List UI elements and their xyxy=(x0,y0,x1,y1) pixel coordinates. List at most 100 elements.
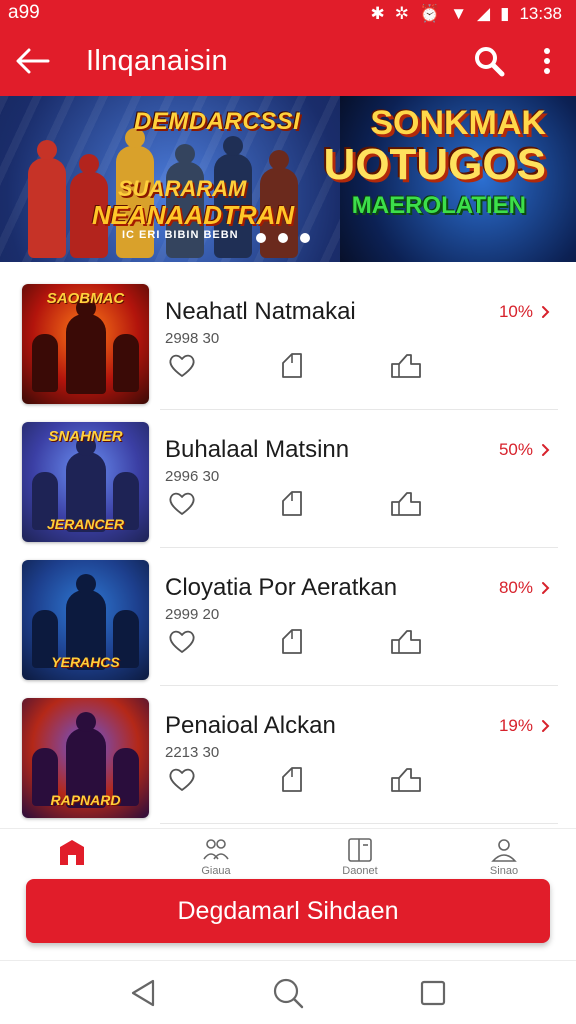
share-button[interactable] xyxy=(389,348,423,382)
share-button[interactable] xyxy=(389,486,423,520)
game-percent[interactable]: 19% xyxy=(499,716,550,736)
promo-banner[interactable]: DEMDARCSSI SUARARAM NEANAADTRAN IC ERI B… xyxy=(0,96,576,262)
banner-subheadline: SUARARAM xyxy=(118,176,247,201)
game-info: Buhalaal Matsinn 2996 30 50% xyxy=(165,422,576,542)
back-triangle-icon xyxy=(131,979,154,1006)
search-button[interactable] xyxy=(460,26,518,96)
primary-cta-button[interactable]: Degdamarl Sihdaen xyxy=(26,879,550,943)
game-thumbnail[interactable]: YERAHCS xyxy=(22,560,149,680)
chevron-right-icon xyxy=(542,582,550,594)
banner-headline: DEMDARCSSI xyxy=(134,108,301,135)
banner-right-title-2: UOTUGOS xyxy=(323,140,546,189)
tag-button[interactable] xyxy=(275,762,309,796)
alarm-icon: ⏰ xyxy=(419,3,441,23)
carrier-label: a99 xyxy=(8,2,40,23)
nav-label: Daonet xyxy=(342,865,378,877)
carousel-dot[interactable] xyxy=(256,233,266,243)
tag-icon xyxy=(282,491,302,516)
profile-icon xyxy=(491,839,517,862)
like-button[interactable] xyxy=(165,762,199,796)
game-title: Cloyatia Por Aeratkan xyxy=(165,574,398,601)
game-list-item[interactable]: SAOBMAC Neahatl Natmakai 2998 30 10% xyxy=(0,272,576,410)
wifi-icon: ▼ xyxy=(450,3,468,23)
app-bar: Ilnqanaisin xyxy=(0,26,576,96)
home-search-icon xyxy=(273,978,304,1008)
banner-tagline: IC ERI BIBIN BEBN xyxy=(122,229,239,241)
like-button[interactable] xyxy=(165,348,199,382)
percent-value: 10% xyxy=(498,302,533,321)
game-subtitle: 2996 30 xyxy=(165,468,220,485)
tag-icon xyxy=(282,353,302,378)
heart-icon xyxy=(169,630,195,653)
game-thumbnail[interactable]: SAOBMAC xyxy=(22,284,149,404)
game-list: SAOBMAC Neahatl Natmakai 2998 30 10% SNA… xyxy=(0,272,576,824)
game-info: Penaioal Alckan 2213 30 19% xyxy=(165,698,576,818)
share-icon xyxy=(391,354,421,378)
system-back-button[interactable] xyxy=(121,971,165,1015)
thumb-title: SAOBMAC xyxy=(46,290,125,307)
back-arrow-icon xyxy=(16,48,50,74)
percent-value: 19% xyxy=(498,716,533,735)
tag-button[interactable] xyxy=(275,348,309,382)
game-list-item[interactable]: RAPNARD Penaioal Alckan 2213 30 19% xyxy=(0,686,576,824)
system-home-button[interactable] xyxy=(266,971,310,1015)
banner-right-title-1: SONKMAK xyxy=(370,104,546,142)
status-bar: a99 ✱ ✲ ⏰ ▼ ◢ ▮ 13:38 xyxy=(0,0,576,26)
game-percent[interactable]: 50% xyxy=(499,440,550,460)
share-icon xyxy=(391,492,421,516)
search-icon xyxy=(475,47,505,77)
carousel-dot[interactable] xyxy=(278,233,288,243)
back-button[interactable] xyxy=(0,26,66,96)
thumb-subtitle: YERAHCS xyxy=(51,654,120,670)
game-title: Neahatl Natmakai xyxy=(165,298,356,325)
heart-icon xyxy=(169,354,195,377)
tag-icon xyxy=(282,767,302,792)
library-icon xyxy=(348,838,372,862)
home-icon xyxy=(60,840,84,865)
game-subtitle: 2213 30 xyxy=(165,744,220,761)
more-vertical-icon xyxy=(544,48,550,74)
more-options-button[interactable] xyxy=(518,26,576,96)
game-thumbnail[interactable]: RAPNARD xyxy=(22,698,149,818)
share-button[interactable] xyxy=(389,762,423,796)
carousel-dot[interactable] xyxy=(300,233,310,243)
row-divider xyxy=(160,823,558,824)
thumb-hero xyxy=(66,298,106,394)
bluetooth-icon: ✱ xyxy=(370,3,385,23)
game-thumbnail[interactable]: SNAHNER JERANCER xyxy=(22,422,149,542)
chevron-right-icon xyxy=(542,720,550,732)
chevron-right-icon xyxy=(542,306,550,318)
thumb-title: SNAHNER xyxy=(48,428,123,445)
group-icon xyxy=(203,839,229,860)
game-title: Penaioal Alckan xyxy=(165,712,336,739)
share-icon xyxy=(391,630,421,654)
percent-value: 80% xyxy=(498,578,533,597)
game-info: Cloyatia Por Aeratkan 2999 20 80% xyxy=(165,560,576,680)
share-icon xyxy=(391,768,421,792)
page-title: Ilnqanaisin xyxy=(86,44,228,77)
game-list-item[interactable]: YERAHCS Cloyatia Por Aeratkan 2999 20 80… xyxy=(0,548,576,686)
system-recents-button[interactable] xyxy=(411,971,455,1015)
nav-label: Sinao xyxy=(489,865,519,877)
game-actions xyxy=(165,762,435,796)
tag-button[interactable] xyxy=(275,486,309,520)
chevron-right-icon xyxy=(542,444,550,456)
game-subtitle: 2999 20 xyxy=(165,606,220,623)
share-button[interactable] xyxy=(389,624,423,658)
like-button[interactable] xyxy=(165,486,199,520)
heart-icon xyxy=(169,492,195,515)
game-percent[interactable]: 80% xyxy=(499,578,550,598)
tag-button[interactable] xyxy=(275,624,309,658)
game-list-item[interactable]: SNAHNER JERANCER Buhalaal Matsinn 2996 3… xyxy=(0,410,576,548)
game-actions xyxy=(165,486,435,520)
system-navigation-bar xyxy=(0,960,576,1024)
clock-time: 13:38 xyxy=(519,3,562,23)
screen: a99 ✱ ✲ ⏰ ▼ ◢ ▮ 13:38 Ilnqanaisin DEMDAR… xyxy=(0,0,576,1024)
nav-label: Giaua xyxy=(201,865,231,877)
tag-icon xyxy=(282,629,302,654)
game-subtitle: 2998 30 xyxy=(165,330,220,347)
game-percent[interactable]: 10% xyxy=(499,302,550,322)
like-button[interactable] xyxy=(165,624,199,658)
percent-value: 50% xyxy=(498,440,533,459)
game-actions xyxy=(165,624,435,658)
